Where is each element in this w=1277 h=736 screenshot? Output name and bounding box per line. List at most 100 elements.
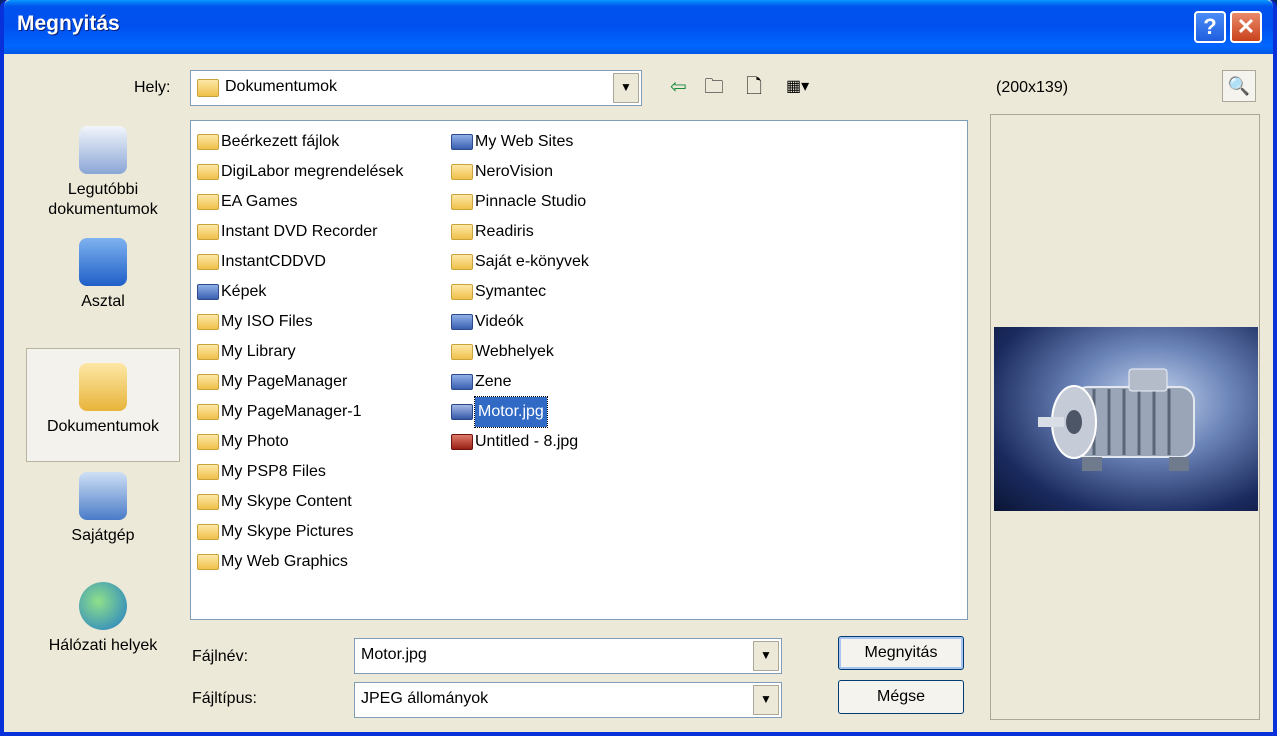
folder-icon: [451, 194, 473, 210]
folder-icon: [451, 344, 473, 360]
file-name: My Web Graphics: [221, 553, 348, 570]
folder-icon: [451, 164, 473, 180]
folder-icon: [451, 314, 473, 330]
file-column-1: Beérkezett fájlok DigiLabor megrendelések…: [197, 127, 403, 577]
file-name: Motor.jpg: [474, 396, 548, 428]
open-button[interactable]: Megnyitás: [838, 636, 964, 670]
folder-icon: [197, 314, 219, 330]
open-dialog: Megnyitás ? ✕ Hely: Dokumentumok ▼ ⇦ 🗀 🗋…: [0, 0, 1277, 736]
file-list-item[interactable]: Képek: [197, 277, 403, 307]
file-list-item[interactable]: My Photo: [197, 427, 403, 457]
file-name: Zene: [475, 373, 512, 390]
file-name: Beérkezett fájlok: [221, 133, 340, 150]
filetype-select[interactable]: JPEG állományok ▼: [354, 682, 782, 718]
file-name: My Skype Pictures: [221, 523, 354, 540]
file-name: Saját e-könyvek: [475, 253, 589, 270]
location-value: Dokumentumok: [225, 78, 338, 95]
file-list-item[interactable]: Instant DVD Recorder: [197, 217, 403, 247]
place-label: Sajátgép: [71, 527, 135, 544]
file-list-item[interactable]: My ISO Files: [197, 307, 403, 337]
window-title: Megnyitás: [17, 12, 120, 35]
place-network[interactable]: Hálózati helyek: [26, 578, 180, 678]
preview-toggle-icon[interactable]: 🔍: [1222, 70, 1256, 102]
folder-icon: [197, 554, 219, 570]
open-button-label: Megnyitás: [864, 644, 938, 661]
folder-icon: [451, 224, 473, 240]
file-list-item[interactable]: Symantec: [451, 277, 589, 307]
file-list-item[interactable]: My Library: [197, 337, 403, 367]
file-list-item[interactable]: My Skype Pictures: [197, 517, 403, 547]
preview-pane: [990, 114, 1260, 720]
file-name: InstantCDDVD: [221, 253, 326, 270]
image-file-icon: [451, 404, 473, 420]
location-label: Hely:: [134, 79, 170, 97]
file-name: My PSP8 Files: [221, 463, 326, 480]
folder-icon: [197, 344, 219, 360]
location-combo[interactable]: Dokumentumok ▼: [190, 70, 642, 106]
file-list-item[interactable]: Readiris: [451, 217, 589, 247]
file-list-item[interactable]: InstantCDDVD: [197, 247, 403, 277]
folder-icon: [197, 434, 219, 450]
back-icon[interactable]: ⇦: [670, 74, 687, 100]
my-documents-icon: [79, 363, 127, 411]
desktop-icon: [79, 238, 127, 286]
file-list-item[interactable]: My PSP8 Files: [197, 457, 403, 487]
motor-image: [1038, 368, 1195, 471]
folder-icon: [197, 404, 219, 420]
preview-size: (200x139): [996, 79, 1069, 96]
cancel-button[interactable]: Mégse: [838, 680, 964, 714]
chevron-down-icon[interactable]: ▼: [613, 73, 639, 103]
file-list-item[interactable]: Beérkezett fájlok: [197, 127, 403, 157]
file-list-item[interactable]: Saját e-könyvek: [451, 247, 589, 277]
folder-icon: [197, 284, 219, 300]
folder-icon: [197, 224, 219, 240]
folder-icon: [197, 524, 219, 540]
file-name: DigiLabor megrendelések: [221, 163, 404, 180]
file-list-item[interactable]: DigiLabor megrendelések: [197, 157, 403, 187]
file-list-item[interactable]: Webhelyek: [451, 337, 589, 367]
network-places-icon: [79, 582, 127, 630]
file-list-item[interactable]: My Web Graphics: [197, 547, 403, 577]
help-button[interactable]: ?: [1194, 11, 1226, 43]
file-list-item[interactable]: Zene: [451, 367, 589, 397]
file-name: My PageManager: [221, 373, 348, 390]
place-desktop[interactable]: Asztal: [26, 234, 180, 334]
new-folder-icon[interactable]: 🗋: [746, 74, 762, 100]
file-name: My Web Sites: [475, 133, 574, 150]
file-name: My Library: [221, 343, 296, 360]
chevron-down-icon[interactable]: ▼: [753, 685, 779, 715]
file-name: Readiris: [475, 223, 534, 240]
file-list-item[interactable]: My Web Sites: [451, 127, 589, 157]
file-list-item[interactable]: My Skype Content: [197, 487, 403, 517]
file-list-item[interactable]: NeroVision: [451, 157, 589, 187]
file-list-item[interactable]: Untitled - 8.jpg: [451, 427, 589, 457]
file-list-item[interactable]: My PageManager-1: [197, 397, 403, 427]
place-label: Legutóbbi dokumentumok: [48, 181, 158, 218]
filename-input[interactable]: Motor.jpg ▼: [354, 638, 782, 674]
file-name: My PageManager-1: [221, 403, 362, 420]
file-name: Pinnacle Studio: [475, 193, 587, 210]
cancel-button-label: Mégse: [876, 688, 926, 705]
filename-label: Fájlnév:: [192, 648, 249, 665]
file-name: My Photo: [221, 433, 289, 450]
up-folder-icon[interactable]: 🗀: [704, 74, 724, 100]
place-label: Hálózati helyek: [48, 637, 158, 654]
file-list-item[interactable]: Motor.jpg: [451, 396, 589, 428]
close-button[interactable]: ✕: [1230, 11, 1262, 43]
file-list-item[interactable]: Pinnacle Studio: [451, 187, 589, 217]
place-recent[interactable]: Legutóbbi dokumentumok: [26, 114, 180, 228]
file-name: Webhelyek: [475, 343, 554, 360]
folder-icon: [197, 494, 219, 510]
file-list-item[interactable]: EA Games: [197, 187, 403, 217]
title-bar[interactable]: Megnyitás ? ✕: [4, 0, 1273, 54]
place-my-computer[interactable]: Sajátgép: [26, 468, 180, 568]
file-list[interactable]: Beérkezett fájlok DigiLabor megrendelések…: [190, 120, 968, 620]
file-list-item[interactable]: My PageManager: [197, 367, 403, 397]
filetype-label: Fájltípus:: [192, 690, 257, 707]
file-name: NeroVision: [475, 163, 553, 180]
place-documents[interactable]: Dokumentumok: [26, 348, 180, 462]
file-list-item[interactable]: Videók: [451, 307, 589, 337]
chevron-down-icon[interactable]: ▼: [753, 641, 779, 671]
view-menu-icon[interactable]: ▦▾: [786, 74, 809, 100]
folder-icon: [451, 374, 473, 390]
